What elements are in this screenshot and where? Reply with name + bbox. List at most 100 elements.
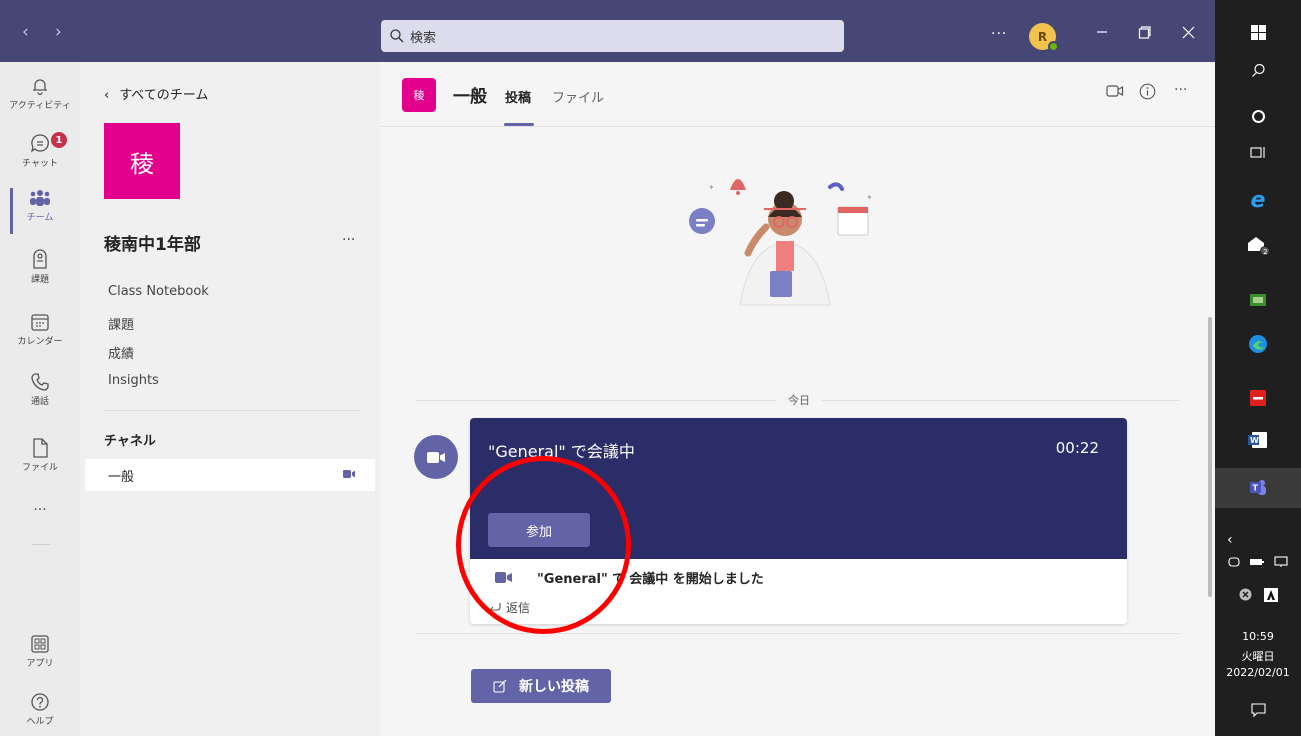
team-avatar: 稜 bbox=[104, 123, 180, 199]
rail-more-button[interactable]: ··· bbox=[0, 498, 80, 522]
video-camera-icon bbox=[427, 451, 445, 463]
annotation-circle bbox=[456, 456, 631, 634]
onedrive-icon bbox=[1228, 557, 1240, 567]
more-options-button[interactable]: ··· bbox=[991, 26, 1007, 42]
rail-label: チーム bbox=[26, 213, 54, 223]
adobe-icon bbox=[1263, 588, 1278, 602]
show-hidden-icons[interactable]: ‹ bbox=[1215, 532, 1301, 548]
close-button[interactable] bbox=[1178, 20, 1198, 44]
restore-icon bbox=[1138, 25, 1151, 39]
svg-text:T: T bbox=[1253, 484, 1259, 493]
back-arrow-icon[interactable]: ‹ bbox=[22, 22, 29, 42]
channel-main: 稜 一般 投稿 ファイル ··· ✦ ✦ 今日 "General" で会議中 0… bbox=[380, 62, 1215, 736]
minimize-icon bbox=[1097, 31, 1107, 33]
rail-divider bbox=[32, 544, 50, 545]
clock-weekday[interactable]: 火曜日 bbox=[1215, 648, 1301, 664]
svg-text:W: W bbox=[1250, 436, 1259, 445]
forward-arrow-icon[interactable]: › bbox=[55, 22, 62, 42]
day-label: 今日 bbox=[776, 392, 822, 408]
edge-icon[interactable] bbox=[1215, 324, 1301, 364]
rail-item-chat[interactable]: チャット 1 bbox=[0, 132, 80, 186]
avatar-initial: R bbox=[1037, 29, 1048, 44]
info-icon[interactable] bbox=[1139, 83, 1156, 100]
feed-scrollbar[interactable] bbox=[1208, 317, 1212, 597]
rail-item-help[interactable]: ヘルプ bbox=[0, 692, 80, 736]
rail-label: ヘルプ bbox=[26, 717, 54, 727]
rail-label: チャット bbox=[22, 159, 58, 169]
apps-icon bbox=[31, 635, 49, 653]
team-more-button[interactable]: ··· bbox=[342, 232, 355, 248]
rail-label: 課題 bbox=[30, 275, 49, 285]
notification-center-icon[interactable] bbox=[1215, 690, 1301, 730]
team-link-class-notebook[interactable]: Class Notebook bbox=[108, 284, 209, 299]
red-app-icon[interactable] bbox=[1215, 378, 1301, 418]
meeting-avatar bbox=[414, 435, 458, 479]
new-post-button[interactable]: 新しい投稿 bbox=[471, 669, 611, 703]
mail-icon[interactable]: 2 bbox=[1215, 226, 1301, 266]
avatar[interactable]: R bbox=[1029, 23, 1059, 52]
cortana-icon[interactable] bbox=[1215, 96, 1301, 136]
circle-x-icon bbox=[1239, 588, 1251, 601]
windows-taskbar: e 2 W T ‹ 10:59 火曜日 2022/02/01 bbox=[1215, 0, 1301, 736]
rail-label: アプリ bbox=[26, 659, 54, 669]
channels-header: チャネル bbox=[104, 434, 156, 449]
help-icon bbox=[31, 693, 49, 711]
clock-time[interactable]: 10:59 bbox=[1215, 630, 1301, 643]
phone-icon bbox=[31, 373, 49, 391]
rail-item-activity[interactable]: アクティビティ bbox=[0, 76, 80, 130]
rail-item-teams[interactable]: チーム bbox=[0, 188, 80, 242]
all-teams-label: すべてのチーム bbox=[119, 88, 209, 103]
team-panel: ‹ すべてのチーム 稜 稜南中1年部 ··· Class Notebook 課題 … bbox=[80, 62, 380, 736]
windows-start-icon[interactable] bbox=[1215, 12, 1301, 52]
team-link-assignments[interactable]: 課題 bbox=[108, 314, 134, 333]
search-input[interactable]: 検索 bbox=[381, 20, 844, 52]
rail-item-assignments[interactable]: 課題 bbox=[0, 248, 80, 302]
svg-text:✦: ✦ bbox=[708, 183, 715, 192]
tab-posts[interactable]: 投稿 bbox=[505, 87, 531, 106]
search-icon bbox=[390, 29, 404, 43]
svg-text:2: 2 bbox=[1263, 248, 1267, 256]
channel-more-button[interactable]: ··· bbox=[1174, 82, 1187, 98]
maximize-button[interactable] bbox=[1134, 20, 1154, 44]
whiteboard-icon[interactable] bbox=[1215, 280, 1301, 320]
word-icon[interactable]: W bbox=[1215, 420, 1301, 460]
title-bar: ‹ › 検索 ··· R bbox=[0, 0, 1215, 62]
rail-label: アクティビティ bbox=[9, 101, 71, 111]
chat-icon bbox=[30, 134, 49, 153]
team-link-grades[interactable]: 成績 bbox=[108, 343, 134, 362]
app-rail: アクティビティ チャット 1 チーム 課題 カレンダー 通話 ファイル ··· … bbox=[0, 62, 80, 736]
rail-item-calls[interactable]: 通話 bbox=[0, 372, 80, 426]
teams-taskbar-icon[interactable]: T bbox=[1215, 468, 1301, 508]
network-icon bbox=[1274, 556, 1288, 567]
file-icon bbox=[33, 438, 48, 458]
internet-explorer-icon[interactable]: e bbox=[1215, 180, 1301, 220]
rail-label: 通話 bbox=[30, 397, 49, 407]
welcome-illustration: ✦ ✦ bbox=[689, 179, 873, 306]
team-link-insights[interactable]: Insights bbox=[108, 373, 159, 388]
channel-avatar: 稜 bbox=[402, 78, 436, 112]
more-icon: ··· bbox=[33, 502, 47, 518]
tab-files[interactable]: ファイル bbox=[552, 87, 604, 106]
close-icon bbox=[1182, 26, 1194, 38]
task-view-icon[interactable] bbox=[1215, 132, 1301, 172]
clock-date[interactable]: 2022/02/01 bbox=[1215, 666, 1301, 679]
search-icon[interactable] bbox=[1215, 50, 1301, 90]
rail-item-files[interactable]: ファイル bbox=[0, 438, 80, 492]
teams-window: ‹ › 検索 ··· R アクティビティ チャット 1 チーム 課題 カレンダー… bbox=[0, 0, 1301, 736]
rail-label: ファイル bbox=[21, 463, 58, 473]
unread-badge: 1 bbox=[51, 132, 67, 148]
active-tab-indicator bbox=[504, 123, 534, 126]
tray-status-icons[interactable] bbox=[1215, 556, 1301, 568]
video-camera-icon bbox=[343, 470, 355, 478]
bell-icon bbox=[33, 79, 47, 96]
channel-item-general[interactable]: 一般 bbox=[85, 459, 375, 491]
minimize-button[interactable] bbox=[1092, 20, 1112, 44]
compose-icon bbox=[493, 679, 507, 693]
video-call-icon[interactable] bbox=[1106, 84, 1124, 98]
rail-item-calendar[interactable]: カレンダー bbox=[0, 312, 80, 366]
tray-app-icons[interactable] bbox=[1215, 588, 1301, 602]
rail-label: カレンダー bbox=[17, 337, 63, 347]
rail-item-apps[interactable]: アプリ bbox=[0, 634, 80, 688]
assignments-icon bbox=[33, 249, 47, 269]
all-teams-link[interactable]: ‹ すべてのチーム bbox=[104, 84, 208, 103]
